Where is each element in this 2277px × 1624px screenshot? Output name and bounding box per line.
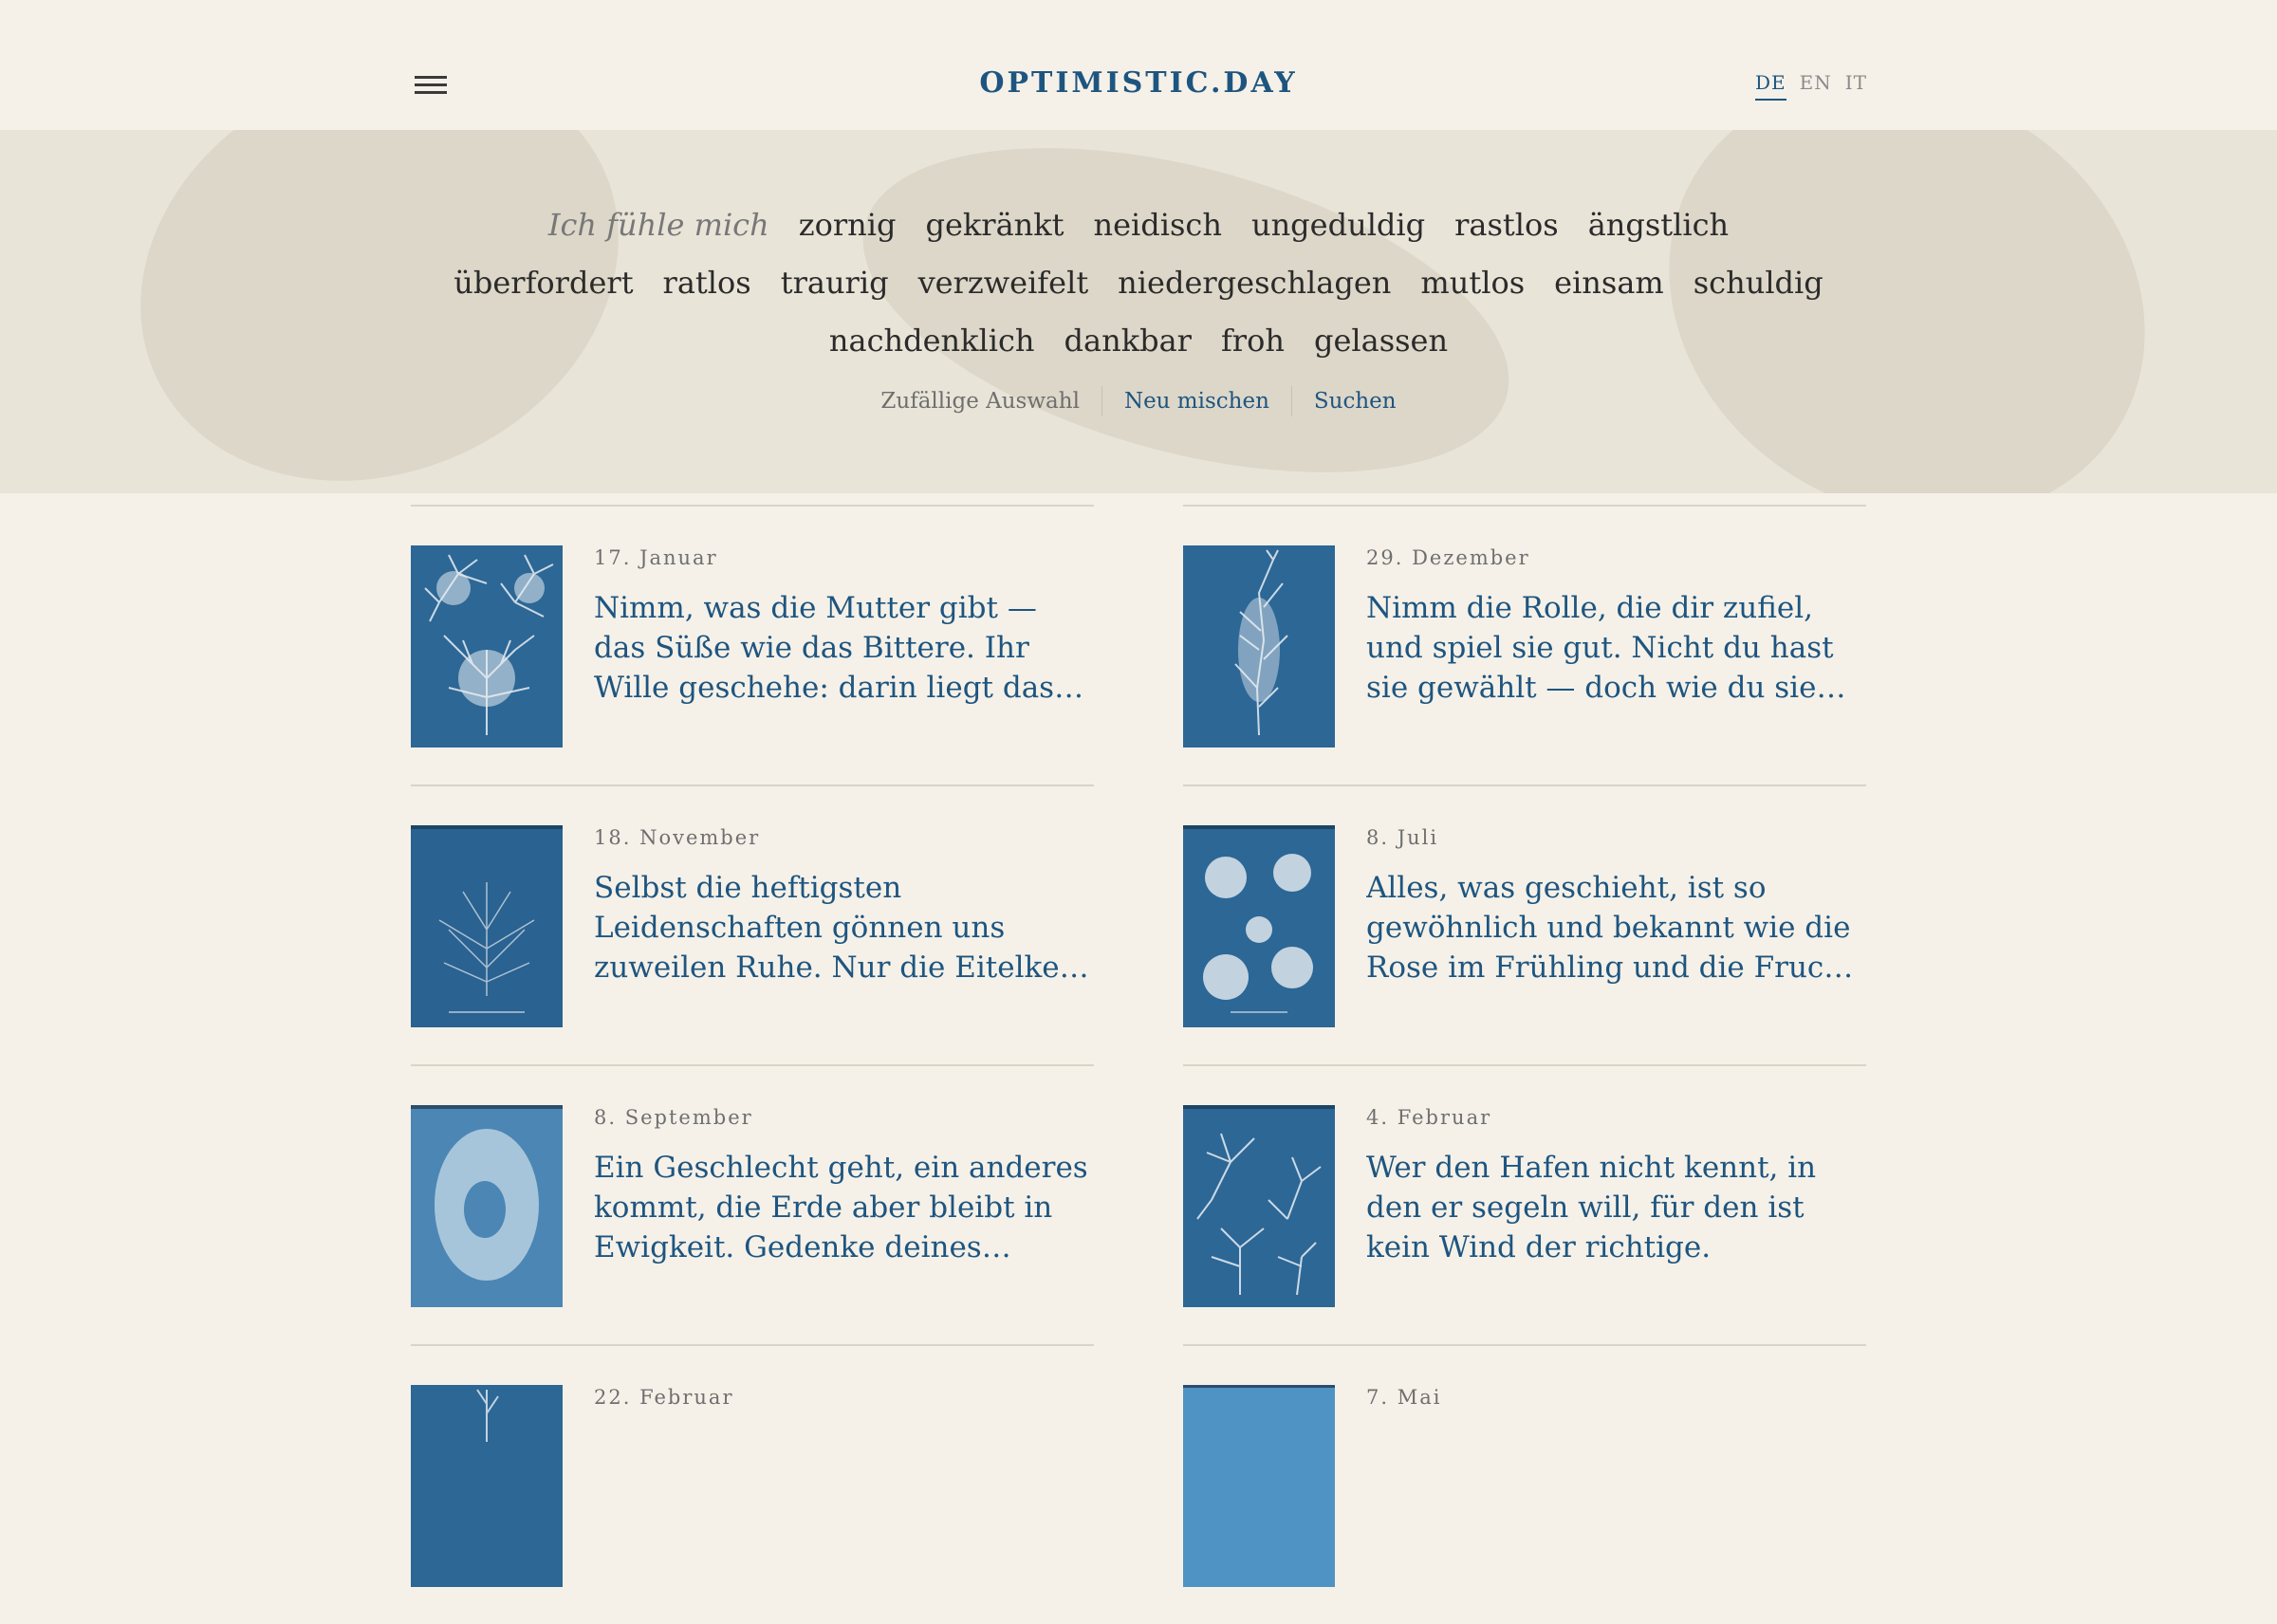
quote-card[interactable]: 4. Februar Wer den Hafen nicht kennt, in… (1183, 1064, 1866, 1344)
mood-dankbar[interactable]: dankbar (1064, 323, 1192, 359)
random-selection-label: Zufällige Auswahl (880, 389, 1080, 414)
card-quote[interactable]: Alles, was geschieht, ist so gewöhnlich … (1366, 868, 1866, 987)
mood-zornig[interactable]: zornig (799, 207, 897, 243)
site-logo[interactable]: OPTIMISTIC.DAY (0, 66, 2277, 100)
lang-it[interactable]: IT (1845, 71, 1867, 101)
mood-gelassen[interactable]: gelassen (1314, 323, 1448, 359)
mood-aengstlich[interactable]: ängstlich (1588, 207, 1729, 243)
seaweed-illustration (411, 545, 563, 747)
lang-de[interactable]: DE (1755, 71, 1786, 101)
cyanotype-thumbnail[interactable] (1183, 825, 1335, 1027)
card-date: 17. Januar (594, 546, 718, 569)
mood-gekraenkt[interactable]: gekränkt (925, 207, 1064, 243)
seaweed-illustration (1183, 545, 1335, 747)
card-date: 8. Juli (1366, 826, 1439, 849)
mood-neidisch[interactable]: neidisch (1094, 207, 1222, 243)
mood-row-2: überfordert ratlos traurig verzweifelt n… (0, 253, 2277, 311)
shuffle-link[interactable]: Neu mischen (1102, 389, 1291, 414)
mood-lead-text: Ich fühle mich (547, 206, 769, 243)
card-date: 18. November (594, 826, 761, 849)
mood-list: Ich fühle mich zornig gekränkt neidisch … (0, 195, 2277, 369)
quote-card[interactable]: 18. November Selbst die heftigsten Leide… (411, 784, 1094, 1064)
quote-card[interactable]: 22. Februar (411, 1344, 1094, 1624)
mood-mutlos[interactable]: mutlos (1420, 265, 1525, 301)
cyanotype-thumbnail[interactable] (411, 1105, 563, 1307)
mood-ratlos[interactable]: ratlos (663, 265, 751, 301)
mood-froh[interactable]: froh (1221, 323, 1285, 359)
seaweed-illustration (1183, 825, 1335, 1027)
card-quote[interactable]: Ein Geschlecht geht, ein anderes kommt, … (594, 1148, 1094, 1267)
mood-ungeduldig[interactable]: ungeduldig (1251, 207, 1425, 243)
cyanotype-thumbnail[interactable] (411, 1385, 563, 1587)
mood-schuldig[interactable]: schuldig (1694, 265, 1823, 301)
seaweed-illustration (411, 1385, 563, 1587)
card-date: 29. Dezember (1366, 546, 1530, 569)
mood-einsam[interactable]: einsam (1554, 265, 1664, 301)
cyanotype-thumbnail[interactable] (1183, 545, 1335, 747)
mood-nachdenklich[interactable]: nachdenklich (829, 323, 1035, 359)
card-quote[interactable]: Selbst die heftigsten Leidenschaften gön… (594, 868, 1094, 987)
mood-row-3: nachdenklich dankbar froh gelassen (0, 311, 2277, 369)
mood-rastlos[interactable]: rastlos (1454, 207, 1559, 243)
seaweed-illustration (411, 1105, 563, 1307)
mood-row-1: Ich fühle mich zornig gekränkt neidisch … (0, 195, 2277, 253)
cyanotype-thumbnail[interactable] (1183, 1385, 1335, 1587)
language-switcher: DE EN IT (1755, 71, 1867, 101)
card-date: 4. Februar (1366, 1106, 1492, 1129)
search-link[interactable]: Suchen (1292, 389, 1418, 414)
seaweed-illustration (411, 825, 563, 1027)
cyanotype-thumbnail[interactable] (1183, 1105, 1335, 1307)
mood-selector-band: Ich fühle mich zornig gekränkt neidisch … (0, 130, 2277, 493)
seaweed-illustration (1183, 1105, 1335, 1307)
mood-traurig[interactable]: traurig (781, 265, 889, 301)
card-quote[interactable]: Wer den Hafen nicht kennt, in den er seg… (1366, 1148, 1866, 1267)
quote-card[interactable]: 8. Juli Alles, was geschieht, ist so gew… (1183, 784, 1866, 1064)
card-date: 22. Februar (594, 1386, 734, 1409)
quote-card[interactable]: 7. Mai (1183, 1344, 1866, 1624)
cyanotype-thumbnail[interactable] (411, 545, 563, 747)
card-date: 8. September (594, 1106, 753, 1129)
cyanotype-thumbnail[interactable] (411, 825, 563, 1027)
mood-actions: Zufällige Auswahl Neu mischen Suchen (0, 386, 2277, 416)
quote-card[interactable]: 17. Januar Nimm, was die Mutter gibt — d… (411, 505, 1094, 784)
lang-en[interactable]: EN (1800, 71, 1832, 101)
seaweed-illustration (1183, 1385, 1335, 1587)
quote-card[interactable]: 8. September Ein Geschlecht geht, ein an… (411, 1064, 1094, 1344)
mood-verzweifelt[interactable]: verzweifelt (918, 265, 1089, 301)
mood-niedergeschlagen[interactable]: niedergeschlagen (1118, 265, 1391, 301)
card-quote[interactable]: Nimm die Rolle, die dir zufiel, und spie… (1366, 588, 1866, 708)
card-date: 7. Mai (1366, 1386, 1442, 1409)
card-quote[interactable]: Nimm, was die Mutter gibt — das Süße wie… (594, 588, 1094, 708)
site-header: OPTIMISTIC.DAY DE EN IT (0, 0, 2277, 130)
mood-ueberfordert[interactable]: überfordert (454, 265, 633, 301)
quote-card[interactable]: 29. Dezember Nimm die Rolle, die dir zuf… (1183, 505, 1866, 784)
